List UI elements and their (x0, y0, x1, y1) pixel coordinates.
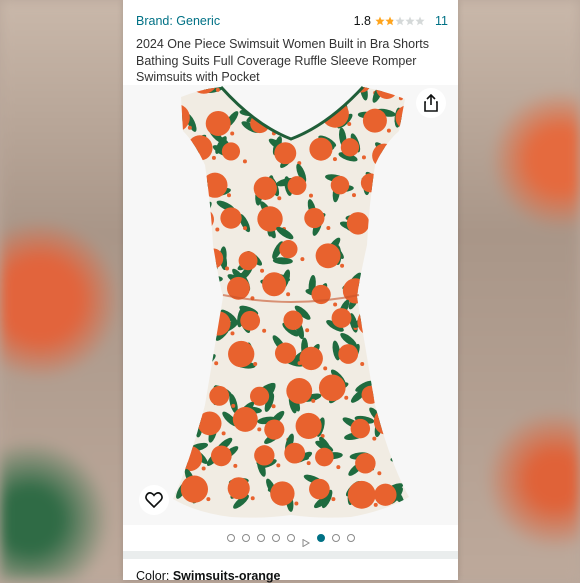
product-image-gallery[interactable] (123, 85, 458, 525)
rating-value: 1.8 (353, 14, 372, 28)
gallery-dot[interactable] (331, 534, 340, 542)
heart-icon (145, 492, 163, 508)
gallery-pagination (123, 525, 458, 551)
rating-summary[interactable]: 1.8 11 (354, 14, 448, 28)
gallery-dot[interactable] (286, 534, 295, 542)
gallery-dot[interactable] (316, 534, 325, 542)
brand-link[interactable]: Brand: Generic (136, 14, 220, 28)
gallery-dot[interactable] (271, 534, 280, 542)
share-icon (424, 94, 438, 112)
rating-stars (375, 16, 425, 26)
share-button[interactable] (416, 88, 446, 118)
brand-rating-row: Brand: Generic 1.8 11 (136, 12, 448, 30)
product-card: Brand: Generic 1.8 11 2024 One Piece Swi… (123, 0, 458, 583)
star-icon (395, 16, 405, 26)
star-icon (375, 16, 385, 26)
gallery-dot[interactable] (256, 534, 265, 542)
star-icon (415, 16, 425, 26)
color-label: Color: (136, 569, 173, 583)
romper-product-image (123, 85, 458, 525)
star-icon (405, 16, 415, 26)
star-icon (385, 16, 395, 26)
product-title: 2024 One Piece Swimsuit Women Built in B… (136, 37, 429, 84)
play-icon[interactable] (302, 534, 310, 548)
product-header: Brand: Generic 1.8 11 2024 One Piece Swi… (136, 12, 448, 86)
color-value: Swimsuits-orange (172, 569, 281, 583)
wishlist-button[interactable] (139, 485, 169, 515)
color-selector: Color: Swimsuits-orange (136, 569, 281, 583)
gallery-dot[interactable] (346, 534, 355, 542)
gallery-dot[interactable] (241, 534, 250, 542)
rating-count[interactable]: 11 (435, 14, 448, 28)
gallery-dot[interactable] (226, 534, 235, 542)
section-divider (123, 551, 458, 559)
